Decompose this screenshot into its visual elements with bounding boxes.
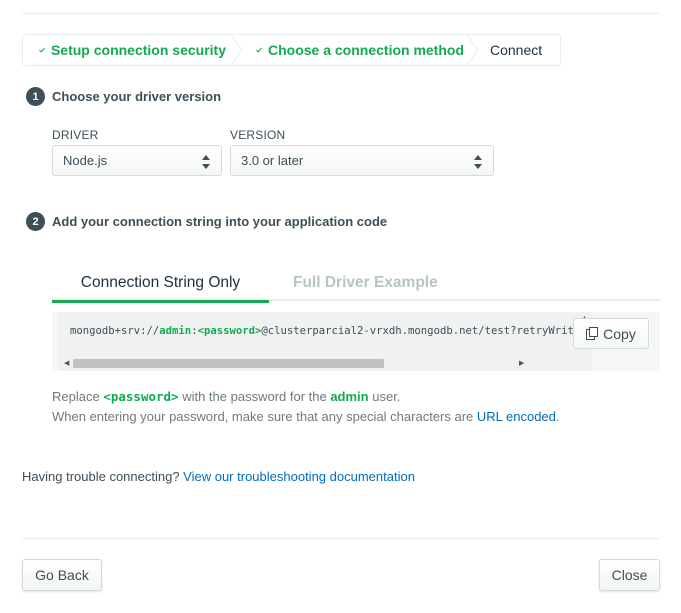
- section-title: Add your connection string into your app…: [52, 214, 388, 229]
- version-label: VERSION: [230, 128, 286, 142]
- step-setup-security[interactable]: Setup connection security: [23, 35, 243, 65]
- horizontal-scrollbar[interactable]: ◀ ▶: [59, 356, 592, 371]
- step-choose-method[interactable]: Choose a connection method: [238, 35, 479, 65]
- note-text: Replace: [52, 389, 104, 404]
- select-arrows-icon: [202, 155, 210, 169]
- chevron-right-icon: [466, 35, 479, 65]
- connection-stepper: Setup connection security Choose a conne…: [22, 34, 561, 66]
- scroll-right-icon[interactable]: ▶: [519, 360, 524, 367]
- url-encoded-link[interactable]: URL encoded: [477, 409, 556, 424]
- check-icon: [256, 47, 262, 53]
- connection-string-panel: mongodb+srv://admin:<password>@clusterpa…: [52, 312, 660, 371]
- close-button[interactable]: Close: [599, 559, 660, 591]
- note-text: with the password for the: [178, 389, 331, 404]
- note-text: user.: [368, 389, 401, 404]
- password-note: Replace <password> with the password for…: [52, 389, 400, 404]
- connection-tabs: Connection String Only Full Driver Examp…: [52, 268, 660, 303]
- chevron-right-icon: [230, 35, 243, 65]
- check-icon: [39, 47, 45, 53]
- note-text: .: [555, 409, 560, 424]
- uri-host: @clusterparcial2-vrxdh.mongodb.net/test?…: [261, 325, 592, 337]
- copy-button[interactable]: Copy: [573, 318, 649, 349]
- section-title: Choose your driver version: [52, 89, 222, 104]
- step-number-badge: 1: [26, 87, 45, 106]
- connection-string-box[interactable]: mongodb+srv://admin:<password>@clusterpa…: [59, 312, 592, 371]
- step-label: Setup connection security: [50, 42, 226, 58]
- driver-label: DRIVER: [52, 128, 99, 142]
- version-select[interactable]: 3.0 or later: [230, 145, 494, 176]
- troubleshooting-link[interactable]: View our troubleshooting documentation: [183, 469, 415, 484]
- section-driver-version: 1 Choose your driver version: [26, 87, 221, 106]
- uri-password: <password>: [197, 325, 262, 337]
- footer-divider: [22, 538, 660, 539]
- top-divider: [22, 13, 660, 14]
- copy-button-label: Copy: [603, 325, 636, 342]
- uri-prefix: mongodb+srv://: [70, 325, 160, 337]
- step-connect: Connect: [474, 35, 560, 65]
- go-back-button[interactable]: Go Back: [22, 559, 102, 591]
- encoding-note: When entering your password, make sure t…: [52, 409, 560, 424]
- driver-select[interactable]: Node.js: [52, 145, 222, 176]
- select-arrows-icon: [474, 155, 482, 169]
- note-text: When entering your password, make sure t…: [52, 409, 477, 424]
- scrollbar-thumb[interactable]: [73, 359, 384, 368]
- scroll-left-icon[interactable]: ◀: [64, 360, 69, 367]
- tab-full-driver-example[interactable]: Full Driver Example: [293, 268, 438, 301]
- tab-connection-string-only[interactable]: Connection String Only: [52, 268, 269, 303]
- section-connection-string: 2 Add your connection string into your a…: [26, 212, 387, 231]
- username-highlight: admin: [330, 389, 369, 404]
- step-number-badge: 2: [26, 212, 45, 231]
- copy-icon: [586, 327, 599, 340]
- troubleshooting-hint: Having trouble connecting? View our trou…: [22, 469, 415, 484]
- trouble-text: Having trouble connecting?: [22, 469, 184, 484]
- password-placeholder: <password>: [103, 389, 179, 404]
- uri-user: admin: [159, 325, 192, 337]
- driver-select-value: Node.js: [63, 153, 108, 168]
- step-label: Choose a connection method: [267, 42, 464, 58]
- connection-string-text[interactable]: mongodb+srv://admin:<password>@clusterpa…: [70, 325, 592, 337]
- version-select-value: 3.0 or later: [241, 153, 304, 168]
- step-label: Connect: [490, 42, 543, 58]
